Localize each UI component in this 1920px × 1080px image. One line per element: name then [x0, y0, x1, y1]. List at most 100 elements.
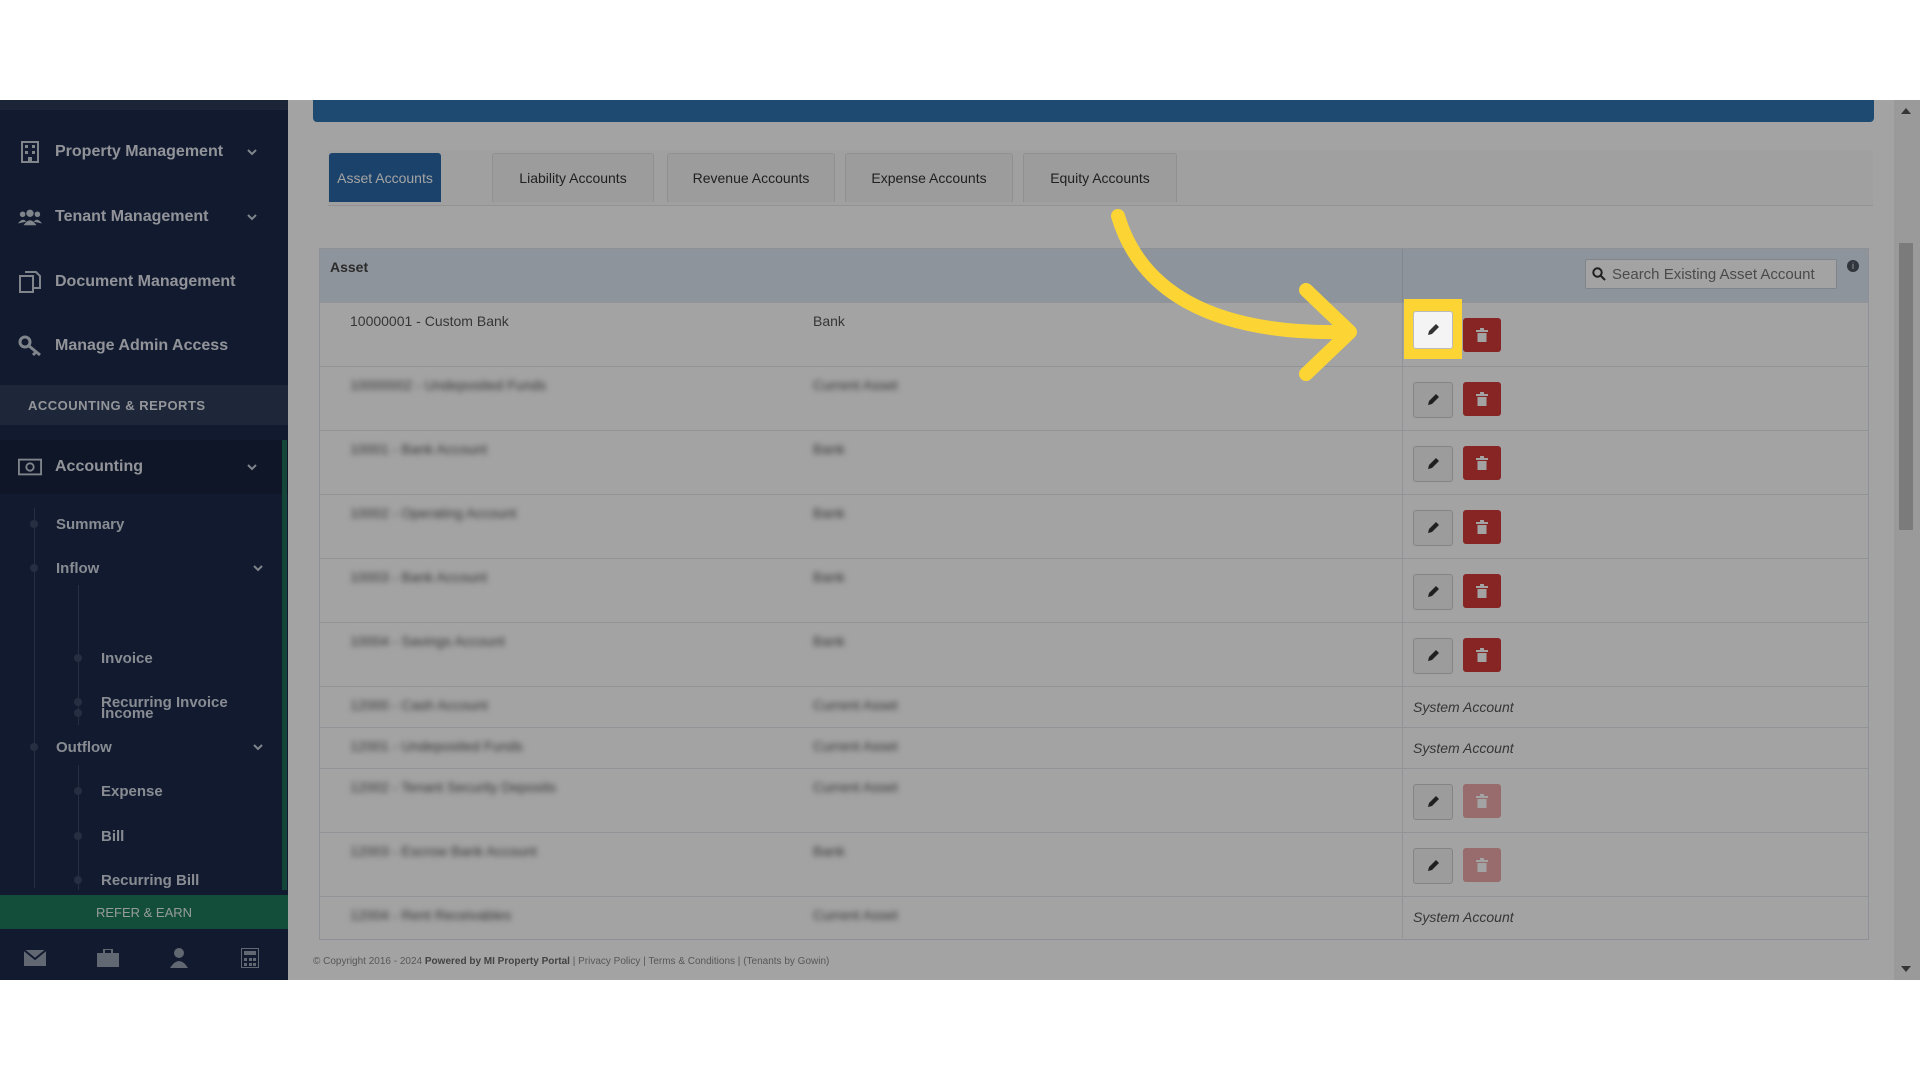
- delete-button[interactable]: [1463, 574, 1501, 608]
- tree-dot: [30, 520, 38, 528]
- tab-liability-accounts[interactable]: Liability Accounts: [492, 153, 654, 202]
- system-account-label: System Account: [1413, 699, 1514, 715]
- header-divider: [1402, 249, 1403, 302]
- delete-button[interactable]: [1463, 382, 1501, 416]
- delete-button[interactable]: [1463, 848, 1501, 882]
- pencil-icon: [1428, 796, 1439, 807]
- trash-icon: [1476, 858, 1488, 872]
- delete-button[interactable]: [1463, 446, 1501, 480]
- account-type-cell: Bank: [813, 843, 845, 859]
- sidebar-item-tenant-management[interactable]: Tenant Management: [0, 191, 288, 243]
- account-name-cell: 12002 - Tenant Security Deposits: [350, 779, 556, 795]
- pencil-icon: [1428, 522, 1439, 533]
- edit-button[interactable]: [1413, 510, 1453, 546]
- sidebar-sub-inflow[interactable]: Inflow: [30, 555, 270, 581]
- tree-dot: [74, 787, 82, 795]
- search-icon: [1592, 267, 1606, 281]
- search-input[interactable]: [1610, 264, 1834, 284]
- refer-and-earn-button[interactable]: REFER & EARN: [0, 895, 288, 929]
- table-row: 10002 - Operating Account Bank: [320, 494, 1868, 559]
- delete-button[interactable]: [1463, 638, 1501, 672]
- chevron-down-icon[interactable]: [252, 562, 264, 574]
- footer-privacy-link[interactable]: Privacy Policy: [578, 956, 640, 967]
- delete-button[interactable]: [1463, 784, 1501, 818]
- sidebar-sub-recurring-bill[interactable]: Recurring Bill: [74, 867, 274, 893]
- account-type-cell: Current Asset: [813, 377, 898, 393]
- sidebar-item-accounting[interactable]: Accounting: [0, 440, 288, 494]
- edit-button[interactable]: [1413, 382, 1453, 418]
- pencil-icon: [1428, 860, 1439, 871]
- arrow-shaft: [1111, 209, 1353, 340]
- chevron-down-icon[interactable]: [252, 741, 264, 753]
- column-divider: [1402, 833, 1403, 897]
- account-type-cell: Current Asset: [813, 738, 898, 754]
- scroll-up-arrow[interactable]: [1901, 108, 1911, 114]
- edit-button[interactable]: [1413, 848, 1453, 884]
- sidebar-sub-recurring-invoice[interactable]: Recurring Invoice: [74, 689, 274, 715]
- sidebar-top-line: [0, 100, 288, 110]
- column-divider: [1402, 367, 1403, 431]
- tree-dot: [74, 876, 82, 884]
- page-scrollbar[interactable]: [1894, 100, 1920, 980]
- account-type-cell: Bank: [813, 505, 845, 521]
- account-type-cell: Current Asset: [813, 907, 898, 923]
- sub-item-label: Outflow: [56, 738, 112, 756]
- section-header-label: ACCOUNTING & REPORTS: [28, 397, 206, 413]
- documents-icon: [18, 270, 42, 294]
- scroll-thumb[interactable]: [1899, 243, 1913, 530]
- search-existing-asset-account[interactable]: [1585, 259, 1837, 289]
- page-banner: [313, 100, 1874, 122]
- sidebar-sub-outflow[interactable]: Outflow: [30, 734, 270, 760]
- sidebar-item-property-management[interactable]: Property Management: [0, 126, 288, 178]
- user-icon[interactable]: [167, 946, 191, 970]
- sub-item-label: Inflow: [56, 559, 100, 577]
- page-footer: © Copyright 2016 - 2024 Powered by MI Pr…: [313, 956, 830, 967]
- account-name-cell: 12003 - Escrow Bank Account: [350, 843, 537, 859]
- column-divider: [1402, 559, 1403, 623]
- footer-tail: (Tenants by Gowin): [743, 956, 830, 967]
- sidebar-item-label: Manage Admin Access: [55, 337, 229, 354]
- trash-icon: [1476, 328, 1488, 342]
- account-tabs: Asset Accounts Liability Accounts Revenu…: [328, 150, 1873, 206]
- tab-expense-accounts[interactable]: Expense Accounts: [845, 153, 1013, 202]
- sidebar-sub-summary[interactable]: Summary: [30, 511, 124, 537]
- sub-item-label: Summary: [56, 515, 125, 533]
- account-type-cell: Current Asset: [813, 697, 898, 713]
- briefcase-icon[interactable]: [96, 946, 120, 970]
- sidebar-item-manage-admin-access[interactable]: Manage Admin Access: [0, 320, 288, 372]
- building-icon: [18, 140, 42, 164]
- edit-button[interactable]: [1413, 574, 1453, 610]
- calculator-icon[interactable]: [238, 946, 262, 970]
- envelope-icon[interactable]: [23, 946, 47, 970]
- tab-equity-accounts[interactable]: Equity Accounts: [1023, 153, 1177, 202]
- sidebar-sub-expense[interactable]: Expense: [74, 778, 274, 804]
- footer-powered-by[interactable]: Powered by MI Property Portal: [425, 956, 570, 967]
- account-type-cell: Bank: [813, 633, 845, 649]
- footer-terms-link[interactable]: Terms & Conditions: [648, 956, 735, 967]
- tree-dot: [74, 654, 82, 662]
- scroll-down-arrow[interactable]: [1901, 966, 1911, 972]
- sub-item-label: Expense: [101, 782, 163, 800]
- info-icon[interactable]: i: [1847, 260, 1859, 272]
- edit-button[interactable]: [1413, 311, 1453, 349]
- sidebar-sub-bill[interactable]: Bill: [74, 823, 274, 849]
- sidebar-sub-invoice[interactable]: Invoice: [74, 645, 274, 671]
- edit-button[interactable]: [1413, 784, 1453, 820]
- chevron-down-icon[interactable]: [246, 461, 258, 473]
- sidebar-item-label: Accounting: [55, 458, 143, 475]
- app-window: Property Management Tenant Management Do…: [0, 100, 1920, 980]
- chevron-down-icon[interactable]: [246, 146, 258, 158]
- delete-button[interactable]: [1463, 318, 1501, 352]
- edit-button[interactable]: [1413, 446, 1453, 482]
- edit-button[interactable]: [1413, 638, 1453, 674]
- sub-item-label: Recurring Invoice: [101, 693, 228, 711]
- chevron-down-icon[interactable]: [246, 211, 258, 223]
- table-header: Asset i: [320, 249, 1868, 302]
- tab-asset-accounts[interactable]: Asset Accounts: [329, 153, 441, 202]
- highlighted-edit-button[interactable]: [1404, 299, 1462, 359]
- delete-button[interactable]: [1463, 510, 1501, 544]
- account-type-cell: Current Asset: [813, 779, 898, 795]
- sidebar-item-document-management[interactable]: Document Management: [0, 256, 288, 308]
- tab-revenue-accounts[interactable]: Revenue Accounts: [667, 153, 835, 202]
- table-row: 10000001 - Custom Bank Bank: [320, 302, 1868, 367]
